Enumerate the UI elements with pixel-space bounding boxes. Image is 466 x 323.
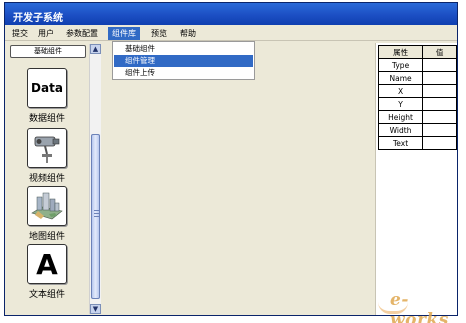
menu-component-library[interactable]: 组件库 <box>108 27 140 40</box>
property-name: Name <box>377 71 424 85</box>
map-component-tile[interactable] <box>27 186 67 226</box>
property-name: Height <box>377 110 424 124</box>
eworks-watermark-logo: e-works <box>376 286 460 323</box>
property-value-header: 值 <box>422 45 457 59</box>
data-component-label: 数据组件 <box>28 114 65 124</box>
app-window: 开发子系统 提交 用户 参数配置 组件库 预览 帮助 基础组件 Data 数据组… <box>4 2 458 316</box>
design-canvas[interactable] <box>103 43 373 315</box>
basic-components-button[interactable]: 基础组件 <box>10 45 86 58</box>
component-palette: 基础组件 Data 数据组件 视频组件 地图组件 A 文本组件 ▲ ▼ <box>6 43 103 315</box>
property-name: Text <box>377 136 424 150</box>
property-value[interactable] <box>422 84 457 98</box>
table-row: Text <box>377 136 457 150</box>
camera-icon <box>34 136 60 163</box>
property-name: X <box>377 84 424 98</box>
palette-scrollbar[interactable]: ▲ ▼ <box>89 44 101 314</box>
property-value[interactable] <box>422 110 457 124</box>
property-value[interactable] <box>422 136 457 150</box>
window-title: 开发子系统 <box>5 3 457 25</box>
map-component-label: 地图组件 <box>28 232 65 242</box>
data-icon: Data <box>31 81 63 95</box>
scroll-down-button[interactable]: ▼ <box>90 304 101 314</box>
scroll-up-button[interactable]: ▲ <box>90 44 101 54</box>
table-row: Name <box>377 71 457 85</box>
property-value[interactable] <box>422 97 457 111</box>
map-icon <box>31 192 63 220</box>
menu-help[interactable]: 帮助 <box>176 27 200 40</box>
menu-item-component-upload[interactable]: 组件上传 <box>114 67 253 79</box>
table-row: Width <box>377 123 457 137</box>
property-name: Type <box>377 58 424 72</box>
menu-preview[interactable]: 预览 <box>147 27 171 40</box>
menu-bar: 提交 用户 参数配置 组件库 预览 帮助 <box>5 25 457 41</box>
property-value[interactable] <box>422 58 457 72</box>
table-row: X <box>377 84 457 98</box>
property-name-header: 属性 <box>377 45 424 59</box>
video-component-label: 视频组件 <box>28 174 65 184</box>
scroll-grip-icon <box>94 210 99 218</box>
scroll-thumb[interactable] <box>91 134 100 299</box>
watermark-text: e-works <box>390 290 449 323</box>
table-row: Height <box>377 110 457 124</box>
menu-parameter-config[interactable]: 参数配置 <box>62 27 102 40</box>
properties-table: 属性 值 Type Name X Y Height Width Text <box>377 45 457 150</box>
data-component-tile[interactable]: Data <box>27 68 67 108</box>
component-library-dropdown: 基础组件 组件管理 组件上传 <box>112 41 255 80</box>
property-value[interactable] <box>422 123 457 137</box>
property-name: Y <box>377 97 424 111</box>
menu-item-component-management[interactable]: 组件管理 <box>114 55 253 67</box>
property-name: Width <box>377 123 424 137</box>
menu-users[interactable]: 用户 <box>34 27 58 40</box>
properties-panel: 属性 值 Type Name X Y Height Width Text <box>375 43 457 315</box>
table-row: Type <box>377 58 457 72</box>
text-icon: A <box>36 247 58 281</box>
text-component-label: 文本组件 <box>28 290 65 300</box>
text-component-tile[interactable]: A <box>27 244 67 284</box>
menu-item-basic-components[interactable]: 基础组件 <box>114 43 253 55</box>
video-component-tile[interactable] <box>27 128 67 168</box>
menu-submit[interactable]: 提交 <box>8 27 32 40</box>
table-row: Y <box>377 97 457 111</box>
property-value[interactable] <box>422 71 457 85</box>
